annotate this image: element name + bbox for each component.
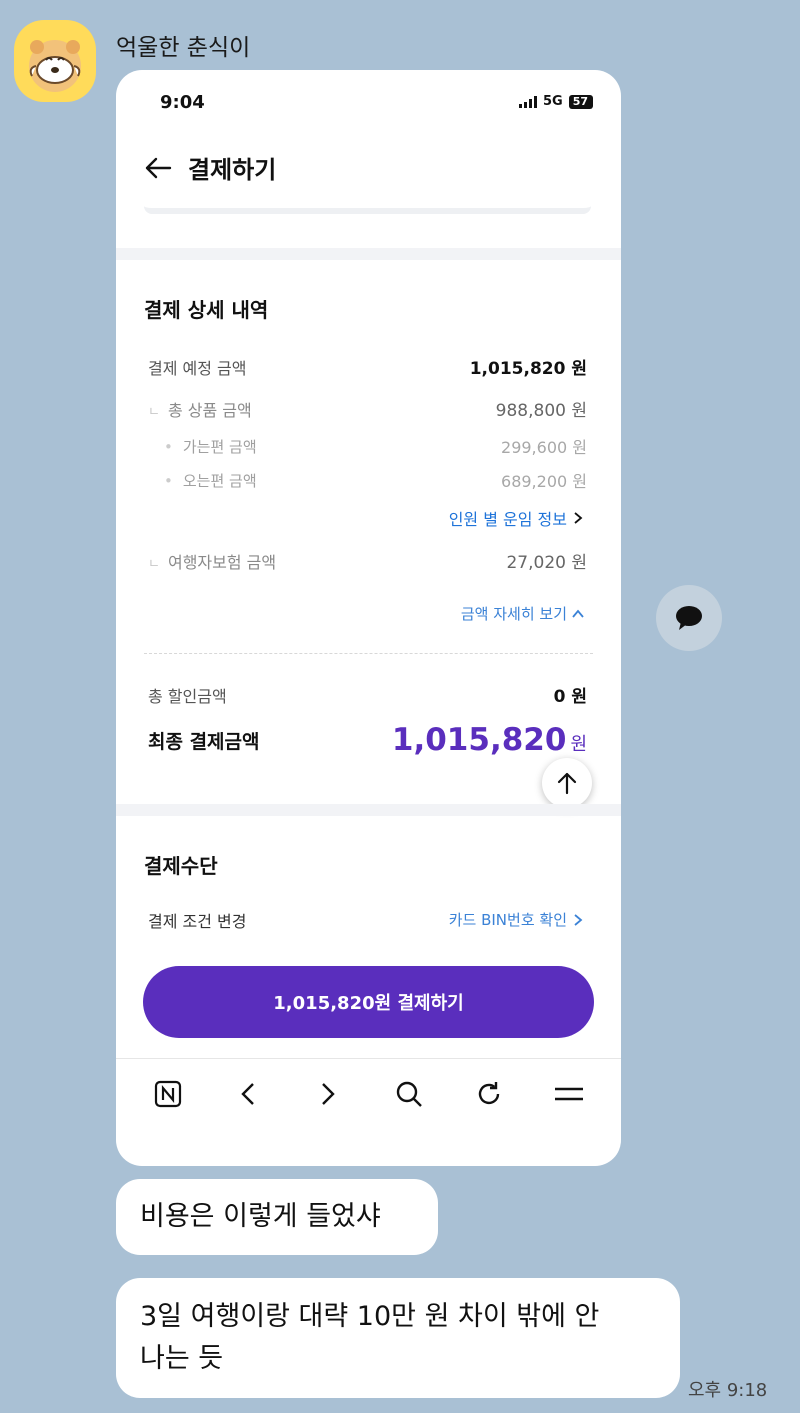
discount-label: 총 할인금액 (148, 686, 227, 706)
final-unit: 원 (570, 734, 587, 755)
outbound-label-wrap: • 가는편 금액 (164, 437, 257, 456)
back-icon[interactable] (228, 1074, 268, 1114)
browser-toolbar (116, 1058, 621, 1128)
chevron-right-icon (574, 913, 583, 926)
battery-icon: 57 (568, 94, 593, 109)
discount-row: 총 할인금액 0 원 (148, 682, 587, 708)
section-divider-2 (116, 804, 621, 816)
message-bubble[interactable]: 3일 여행이랑 대략 10만 원 차이 밖에 안 나는 듯 (116, 1278, 680, 1398)
status-indicators: 5G 57 (518, 94, 593, 109)
search-icon[interactable] (389, 1074, 429, 1114)
scheduled-label: 결제 예정 금액 (148, 358, 247, 378)
return-label-wrap: • 오는편 금액 (164, 471, 257, 490)
refresh-icon[interactable] (469, 1074, 509, 1114)
return-row: • 오는편 금액 689,200 원 (164, 468, 587, 492)
speech-bubble-icon (676, 606, 702, 630)
card-bin-link[interactable]: 카드 BIN번호 확인 (449, 909, 585, 930)
signal-icon (518, 95, 537, 108)
chevron-up-icon (572, 609, 584, 618)
menu-icon[interactable] (549, 1074, 589, 1114)
scheduled-value: 1,015,820 원 (469, 359, 587, 379)
pay-button[interactable]: 1,015,820원 결제하기 (143, 966, 594, 1038)
total-goods-label: 총 상품 금액 (167, 400, 252, 420)
insurance-label: 여행자보험 금액 (167, 552, 277, 572)
outbound-label: 가는편 금액 (182, 437, 257, 456)
outbound-row: • 가는편 금액 299,600 원 (164, 434, 587, 458)
total-goods-row: ㄴ총 상품 금액 988,800 원 (148, 396, 587, 422)
network-label: 5G (542, 94, 563, 109)
back-arrow-icon[interactable] (144, 156, 172, 180)
fare-info-link[interactable]: 인원 별 운임 정보 (449, 506, 585, 530)
discount-value: 0 원 (553, 687, 587, 707)
outbound-value: 299,600 원 (501, 438, 587, 457)
scroll-top-button[interactable] (542, 758, 592, 808)
payment-condition-label: 결제 조건 변경 (148, 912, 247, 931)
total-goods-value: 988,800 원 (495, 401, 587, 421)
arrow-up-icon (557, 772, 577, 795)
message-text: 비용은 이렇게 들었샤 (140, 1201, 381, 1232)
message-text-line: 나는 듯 (140, 1343, 224, 1374)
page-header: 결제하기 (144, 150, 276, 185)
naver-home-icon[interactable] (148, 1074, 188, 1114)
dashed-divider (144, 653, 593, 654)
message-text-line: 3일 여행이랑 대략 10만 원 차이 밖에 안 (140, 1301, 600, 1332)
final-amount-row: 최종 결제금액 1,015,820 원 (148, 722, 587, 758)
status-time: 9:04 (160, 92, 205, 113)
final-amount: 1,015,820 원 (392, 722, 587, 758)
scheduled-amount-row: 결제 예정 금액 1,015,820 원 (148, 354, 587, 380)
final-value: 1,015,820 (391, 722, 567, 758)
battery-level: 57 (572, 94, 588, 108)
scroll-remnant (144, 198, 591, 214)
message-time: 오후 9:18 (688, 1380, 768, 1401)
chunsik-avatar-icon (29, 40, 81, 92)
return-value: 689,200 원 (501, 472, 587, 491)
total-goods-label-wrap: ㄴ총 상품 금액 (148, 400, 252, 420)
sender-name: 억울한 춘식이 (116, 35, 251, 61)
fare-info-label: 인원 별 운임 정보 (448, 510, 567, 529)
final-label: 최종 결제금액 (148, 730, 260, 753)
forward-icon[interactable] (308, 1074, 348, 1114)
screenshot-image-message[interactable]: 9:04 5G 57 결제하기 결제 상세 내역 결제 예정 금액 1,015,… (116, 70, 621, 1166)
message-bubble[interactable]: 비용은 이렇게 들었샤 (116, 1179, 438, 1255)
chevron-right-icon (574, 512, 583, 524)
details-section-title: 결제 상세 내역 (144, 298, 269, 322)
insurance-row: ㄴ 여행자보험 금액 27,020 원 (148, 548, 587, 574)
share-bubble-button[interactable] (656, 585, 722, 651)
avatar[interactable] (14, 20, 96, 102)
page-title: 결제하기 (188, 156, 277, 184)
amount-detail-label: 금액 자세히 보기 (460, 605, 567, 623)
section-divider (116, 248, 621, 260)
payment-section-title: 결제수단 (144, 854, 218, 878)
card-bin-label: 카드 BIN번호 확인 (448, 911, 567, 929)
amount-detail-toggle[interactable]: 금액 자세히 보기 (461, 603, 585, 624)
insurance-label-wrap: ㄴ 여행자보험 금액 (148, 552, 277, 572)
return-label: 오는편 금액 (182, 471, 257, 490)
insurance-value: 27,020 원 (506, 553, 587, 573)
